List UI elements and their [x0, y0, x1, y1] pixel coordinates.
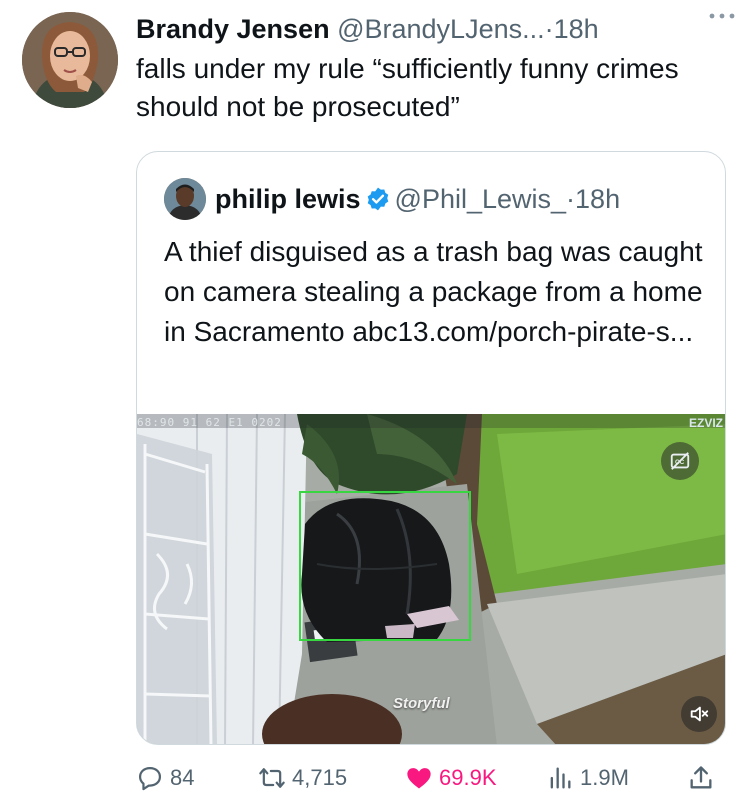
reply-count: 84 — [170, 765, 195, 790]
retweet-icon — [259, 768, 285, 788]
like-count: 69.9K — [439, 765, 497, 790]
camera-brand-logo: EZVIZ — [688, 416, 723, 430]
like-button[interactable]: 69.9K — [405, 760, 497, 796]
quoted-tweet-header: philip lewis @Phil_Lewis_·18h — [215, 180, 620, 218]
share-upload-icon — [690, 766, 712, 789]
verified-badge-icon — [365, 184, 391, 211]
retweet-count: 4,715 — [292, 765, 348, 790]
quoted-tweet-card[interactable]: philip lewis @Phil_Lewis_·18h A thief dis… — [136, 151, 726, 745]
quoted-author-name[interactable]: philip lewis — [215, 184, 361, 214]
reply-icon — [138, 766, 162, 791]
heart-filled-icon — [407, 768, 431, 789]
muted-speaker-icon[interactable] — [681, 696, 717, 732]
quoted-author-avatar[interactable] — [164, 178, 206, 220]
tweet-text: falls under my rule “sufficiently funny … — [136, 53, 679, 122]
tweet-actions: 84 4,715 69.9K 1.9M — [136, 760, 726, 796]
views-button[interactable]: 1.9M — [546, 760, 629, 796]
author-name[interactable]: Brandy Jensen — [136, 14, 330, 44]
views-count: 1.9M — [580, 765, 629, 790]
video-player[interactable]: 68:90 91 62 E1 0202 EZVIZ CC Storyful — [137, 414, 725, 744]
author-avatar[interactable] — [22, 12, 118, 108]
quoted-tweet-text: A thief disguised as a trash bag was cau… — [164, 236, 703, 347]
views-bar-chart-icon — [550, 767, 571, 789]
quoted-author-handle[interactable]: @Phil_Lewis_ — [395, 184, 567, 214]
separator-dot: · — [544, 14, 554, 44]
share-button[interactable] — [687, 760, 715, 796]
retweet-button[interactable]: 4,715 — [258, 760, 347, 796]
tweet-time[interactable]: 18h — [554, 14, 599, 44]
quoted-separator-dot: · — [566, 184, 576, 214]
captions-off-icon[interactable]: CC — [661, 442, 699, 480]
video-timestamp-overlay: 68:90 91 62 E1 0202 — [137, 416, 282, 429]
author-handle[interactable]: @BrandyLJens... — [337, 14, 545, 44]
reply-button[interactable]: 84 — [136, 760, 194, 796]
quoted-tweet-time[interactable]: 18h — [575, 184, 620, 214]
video-watermark: Storyful — [393, 695, 450, 712]
tweet-header: Brandy Jensen @BrandyLJens...·18h — [136, 12, 736, 46]
more-options-icon[interactable] — [708, 6, 736, 26]
